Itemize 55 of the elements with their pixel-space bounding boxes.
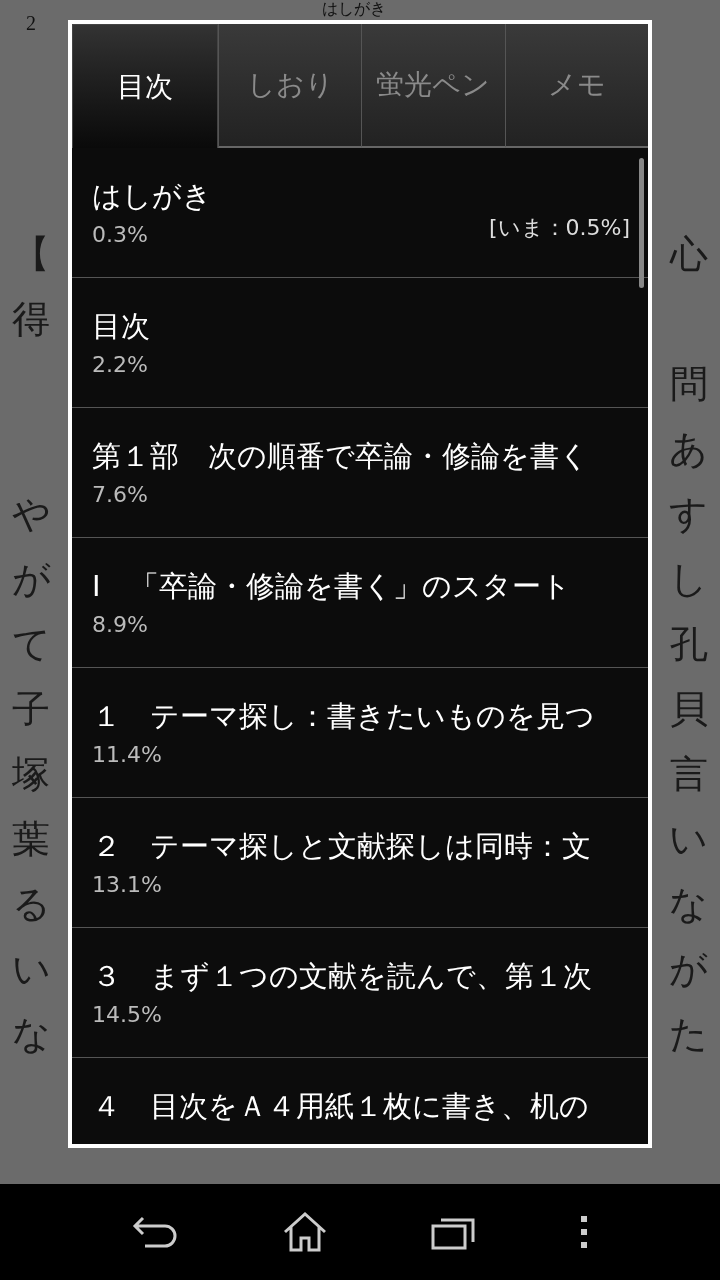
book-text: あ bbox=[669, 427, 708, 471]
toc-percent: 7.6% bbox=[92, 481, 148, 509]
current-position: [いま：0.5%] bbox=[488, 214, 630, 242]
toc-title: 第１部 次の順番で卒論・修論を書く bbox=[92, 438, 590, 474]
tab[interactable]: 蛍光ペン bbox=[361, 24, 505, 148]
toc-percent: 13.1% bbox=[92, 871, 162, 899]
toc-item[interactable]: ２ テーマ探しと文献探しは同時：文 13.1% bbox=[72, 798, 648, 928]
toc-percent: 2.2% bbox=[92, 351, 148, 379]
toc-item[interactable]: Ⅰ 「卒論・修論を書く」のスタート 8.9% bbox=[72, 538, 648, 668]
toc-item[interactable]: 第１部 次の順番で卒論・修論を書く 7.6% bbox=[72, 408, 648, 538]
toc-title: １ テーマ探し：書きたいものを見つ bbox=[92, 698, 596, 734]
book-text: 子 bbox=[12, 687, 50, 731]
back-icon[interactable] bbox=[131, 1214, 179, 1250]
toc-percent: 14.5% bbox=[92, 1001, 162, 1029]
book-text: 心 bbox=[670, 232, 708, 276]
toc-item[interactable]: １ テーマ探し：書きたいものを見つ 11.4% bbox=[72, 668, 648, 798]
book-text: る bbox=[12, 882, 51, 926]
book-text: 得 bbox=[12, 297, 50, 341]
book-text: が bbox=[12, 557, 51, 601]
book-text: し bbox=[669, 557, 708, 601]
toc-title: ２ テーマ探しと文献探しは同時：文 bbox=[92, 828, 592, 864]
book-text: な bbox=[669, 882, 708, 926]
page-number: 2 bbox=[26, 11, 36, 36]
toc-title: Ⅰ 「卒論・修論を書く」のスタート bbox=[92, 568, 572, 604]
book-text: た bbox=[669, 1012, 708, 1056]
toc-percent: 0.3% bbox=[92, 221, 148, 249]
book-text: な bbox=[12, 1012, 51, 1056]
book-text: 塚 bbox=[12, 752, 50, 796]
toc-percent: 11.4% bbox=[92, 741, 162, 769]
book-text: て bbox=[12, 622, 51, 666]
home-icon[interactable] bbox=[281, 1210, 329, 1254]
toc-title: ３ まず１つの文献を読んで、第１次 bbox=[92, 958, 593, 994]
toc-item[interactable]: 目次 2.2% bbox=[72, 278, 648, 408]
scrollbar[interactable] bbox=[639, 158, 644, 288]
book-text: や bbox=[12, 492, 51, 536]
book-text: 葉 bbox=[12, 817, 50, 861]
book-text: が bbox=[669, 947, 708, 991]
toc-percent: 8.9% bbox=[92, 611, 148, 639]
book-text: 貝 bbox=[670, 687, 708, 731]
toc-item[interactable]: ３ まず１つの文献を読んで、第１次 14.5% bbox=[72, 928, 648, 1058]
book-text: い bbox=[12, 947, 51, 991]
toc-title: はしがき bbox=[92, 178, 213, 214]
book-text: 言 bbox=[670, 752, 708, 796]
toc-title: 目次 bbox=[92, 308, 151, 344]
book-text: 孔 bbox=[670, 622, 708, 666]
tab[interactable]: メモ bbox=[504, 24, 648, 148]
book-text: す bbox=[669, 492, 708, 536]
tab[interactable]: 目次 bbox=[72, 24, 218, 148]
tab[interactable]: しおり bbox=[218, 24, 362, 148]
book-text: 問 bbox=[670, 362, 708, 406]
running-head: はしがき bbox=[322, 0, 386, 18]
menu-icon[interactable] bbox=[579, 1214, 589, 1250]
book-text: 【 bbox=[12, 232, 50, 276]
book-text: い bbox=[669, 817, 708, 861]
toc-title: ４ 目次をＡ４用紙１枚に書き、机の bbox=[92, 1088, 590, 1124]
